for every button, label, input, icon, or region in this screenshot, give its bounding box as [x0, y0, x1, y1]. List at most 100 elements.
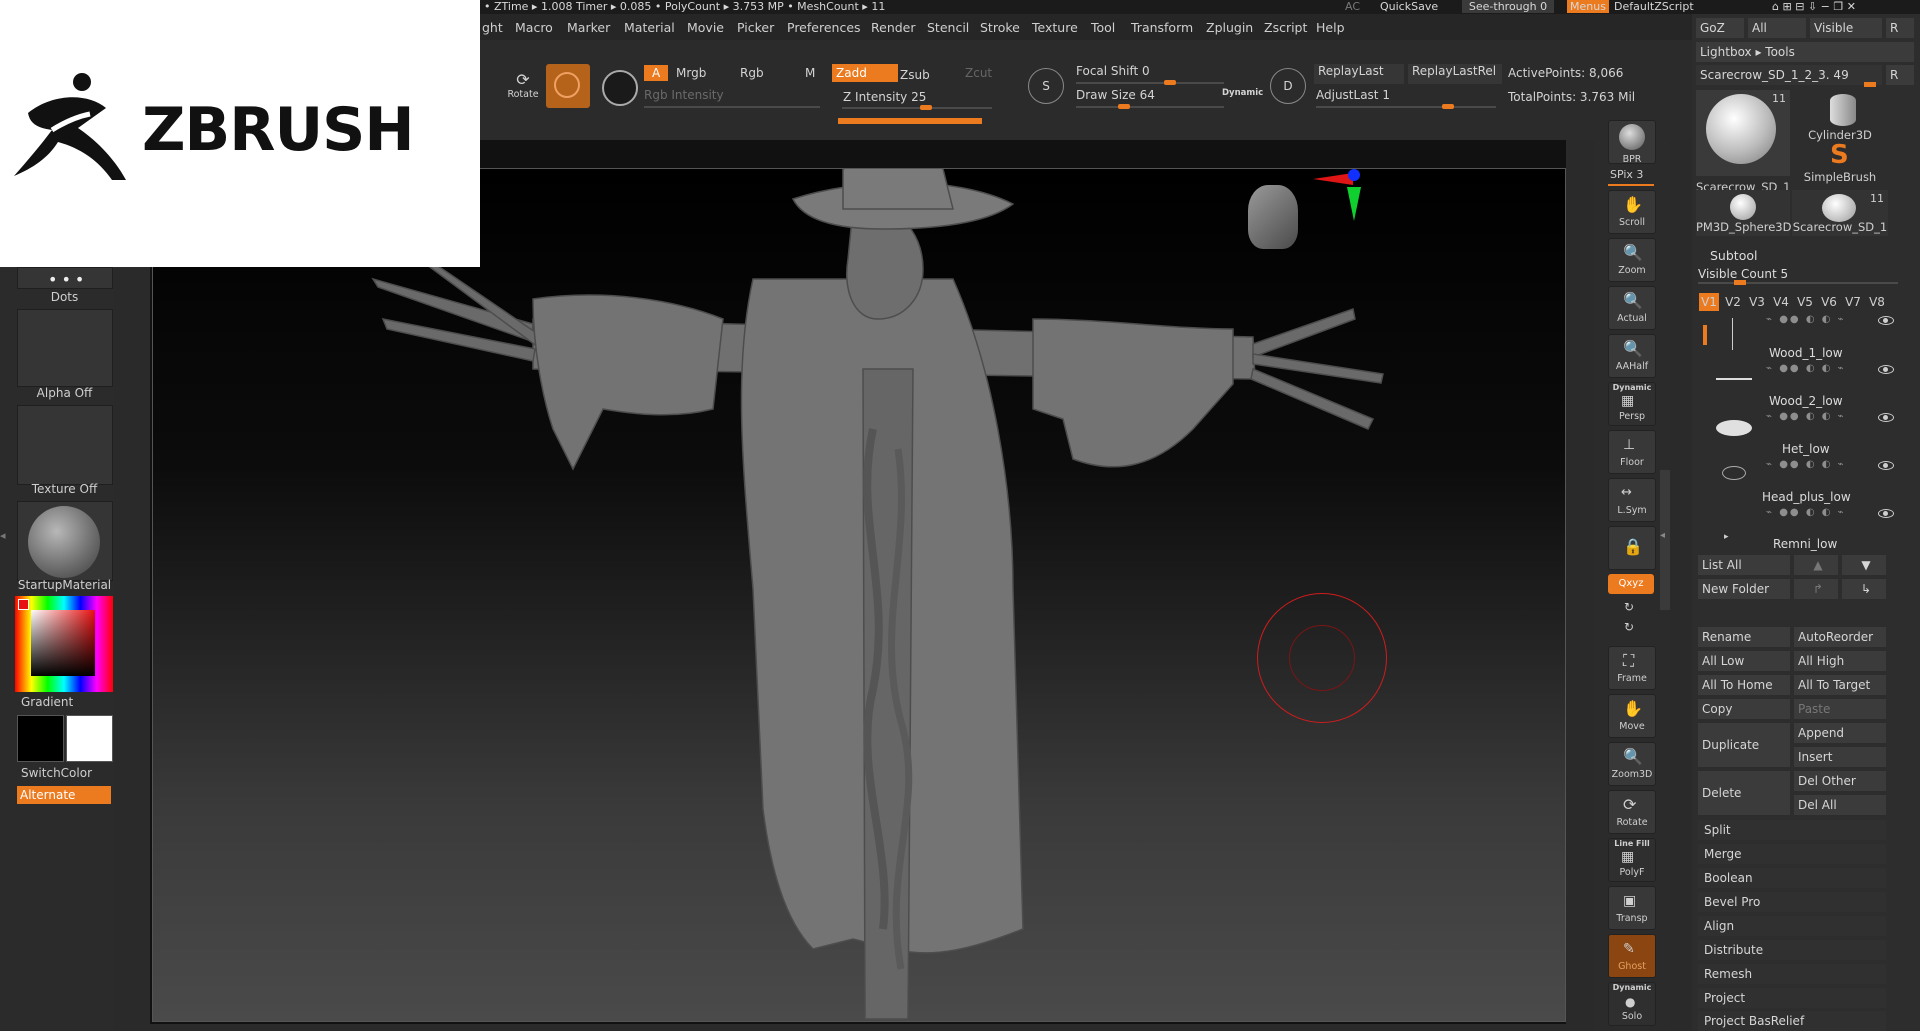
solo-button[interactable]: Dynamic ● Solo — [1608, 982, 1656, 1026]
version-v3[interactable]: V3 — [1747, 293, 1767, 311]
remesh-section[interactable]: Remesh — [1698, 964, 1886, 984]
ghost-button[interactable]: ✎ Ghost — [1608, 934, 1656, 978]
xyz-toggle[interactable]: Qxyz — [1608, 574, 1654, 594]
lightbox-tools-button[interactable]: Lightbox ▸ Tools — [1696, 42, 1914, 62]
merge-section[interactable]: Merge — [1698, 844, 1886, 864]
subtool-toggles[interactable]: ⌁ ●● ◐ ◐ ⌁ — [1766, 314, 1846, 325]
folder-down-icon[interactable]: ↳ — [1842, 579, 1886, 599]
bpr-button[interactable]: BPR — [1608, 120, 1656, 165]
draw-d-button[interactable]: D — [1270, 68, 1306, 104]
tool-thumb-cylinder[interactable]: Cylinder3D — [1792, 90, 1888, 142]
menu-material[interactable]: Material — [624, 20, 675, 35]
eye-icon[interactable] — [1878, 316, 1894, 325]
version-v7[interactable]: V7 — [1843, 293, 1863, 311]
focal-shift-knob[interactable] — [1164, 80, 1176, 85]
project-basrelief-section[interactable]: Project BasRelief — [1698, 1011, 1886, 1031]
distribute-section[interactable]: Distribute — [1698, 940, 1886, 960]
menu-tool[interactable]: Tool — [1091, 20, 1115, 35]
subtool-name-wood1[interactable]: Wood_1_low — [1769, 346, 1843, 360]
mrgb-button[interactable]: Mrgb — [676, 66, 706, 80]
aahalf-button[interactable]: 🔍 AAHalf — [1608, 334, 1656, 378]
visible-count-slider[interactable] — [1698, 282, 1898, 284]
rotate-button[interactable]: ⟳ Rotate — [504, 70, 542, 106]
rotate-view-button[interactable]: ⟳ Rotate — [1608, 790, 1656, 834]
see-through-slider[interactable]: See-through 0 — [1462, 0, 1554, 13]
window-icons[interactable]: ⌂ ⊞ ⊟ ⇩ − ❐ ✕ — [1772, 0, 1856, 13]
del-all-button[interactable]: Del All — [1794, 795, 1886, 815]
rgb-intensity-slider[interactable] — [644, 106, 820, 108]
actual-button[interactable]: 🔍 Actual — [1608, 286, 1656, 330]
all-low-button[interactable]: All Low — [1698, 651, 1790, 671]
zcut-toggle[interactable]: Zcut — [965, 66, 992, 80]
subtool-name-head-plus[interactable]: Head_plus_low — [1762, 490, 1851, 504]
subtool-title[interactable]: Subtool — [1710, 248, 1757, 263]
delete-button[interactable]: Delete — [1698, 771, 1790, 815]
rotate-y-icon[interactable]: ↻ — [1624, 600, 1634, 614]
copy-button[interactable]: Copy — [1698, 699, 1790, 719]
all-to-target-button[interactable]: All To Target — [1794, 675, 1886, 695]
replay-last-rel-button[interactable]: ReplayLastRel — [1408, 64, 1502, 84]
brush-thumbnail[interactable] — [546, 64, 590, 108]
eye-icon[interactable] — [1878, 365, 1894, 374]
del-other-button[interactable]: Del Other — [1794, 771, 1886, 791]
secondary-color-swatch[interactable] — [66, 715, 113, 762]
auto-reorder-button[interactable]: AutoReorder — [1794, 627, 1886, 647]
goz-all-button[interactable]: All — [1748, 18, 1806, 38]
goz-visible-button[interactable]: Visible — [1810, 18, 1882, 38]
replay-last-button[interactable]: ReplayLast — [1314, 64, 1404, 84]
zoom3d-button[interactable]: 🔍 Zoom3D — [1608, 742, 1656, 786]
new-folder-button[interactable]: New Folder — [1698, 579, 1790, 599]
transp-button[interactable]: ▣ Transp — [1608, 886, 1656, 930]
viewport-canvas[interactable] — [152, 160, 1566, 1022]
version-v1[interactable]: V1 — [1699, 293, 1719, 311]
switch-color-button[interactable]: SwitchColor — [21, 766, 92, 780]
menu-transform[interactable]: Transform — [1131, 20, 1193, 35]
project-section[interactable]: Project — [1698, 988, 1886, 1008]
collapse-left-icon[interactable]: ◂ — [0, 529, 10, 553]
draw-size-knob[interactable] — [1118, 104, 1130, 109]
a-toggle[interactable]: A — [644, 65, 669, 81]
focal-shift-slider[interactable] — [1076, 82, 1224, 84]
move-button[interactable]: ✋ Move — [1608, 694, 1656, 738]
menu-macro[interactable]: Macro — [515, 20, 553, 35]
menu-stroke[interactable]: Stroke — [980, 20, 1020, 35]
main-color-swatch[interactable] — [17, 715, 64, 762]
paste-button[interactable]: Paste — [1794, 699, 1886, 719]
eye-icon[interactable] — [1878, 413, 1894, 422]
version-v2[interactable]: V2 — [1723, 293, 1743, 311]
version-v6[interactable]: V6 — [1819, 293, 1839, 311]
default-zscript-button[interactable]: DefaultZScript — [1614, 0, 1694, 13]
menu-render[interactable]: Render — [871, 20, 916, 35]
persp-button[interactable]: Dynamic ▦ Persp — [1608, 382, 1656, 426]
color-square[interactable] — [31, 610, 95, 676]
z-intensity-knob[interactable] — [920, 105, 932, 110]
subtool-toggles[interactable]: ⌁ ●● ◐ ◐ ⌁ — [1766, 507, 1846, 518]
current-tool-slider[interactable]: Scarecrow_SD_1_2_3. 49 — [1696, 65, 1882, 85]
rotate-z-icon[interactable]: ↻ — [1624, 620, 1634, 634]
all-to-home-button[interactable]: All To Home — [1698, 675, 1790, 695]
subtool-toggles[interactable]: ⌁ ●● ◐ ◐ ⌁ — [1766, 363, 1846, 374]
adjust-last-slider[interactable] — [1316, 106, 1496, 108]
subtool-toggles[interactable]: ⌁ ●● ◐ ◐ ⌁ — [1766, 411, 1846, 422]
quicksave-button[interactable]: QuickSave — [1380, 0, 1438, 13]
subtool-name-het[interactable]: Het_low — [1782, 442, 1830, 456]
tool-thumb-scarecrow-2[interactable]: 11 Scarecrow_SD_1 — [1792, 190, 1888, 236]
scroll-button[interactable]: ✋ Scroll — [1608, 190, 1656, 234]
subtool-toggles[interactable]: ⌁ ●● ◐ ◐ ⌁ — [1766, 459, 1846, 470]
menu-movie[interactable]: Movie — [687, 20, 724, 35]
lock-button[interactable]: 🔒 — [1608, 526, 1656, 570]
spix-readout[interactable]: SPix 3 — [1610, 168, 1643, 181]
menu-light[interactable]: ght — [482, 20, 503, 35]
stroke-thumbnail[interactable] — [598, 66, 638, 106]
tool-thumb-simplebrush[interactable]: S SimpleBrush — [1792, 140, 1888, 184]
menu-texture[interactable]: Texture — [1032, 20, 1078, 35]
z-intensity-slider[interactable] — [842, 107, 992, 109]
bevel-pro-section[interactable]: Bevel Pro — [1698, 892, 1886, 912]
visible-count-knob[interactable] — [1734, 280, 1746, 285]
tool-r-button[interactable]: R — [1886, 65, 1914, 85]
rgb-button[interactable]: Rgb — [740, 66, 764, 80]
tool-slider-knob[interactable] — [1864, 82, 1876, 87]
m-button[interactable]: M — [805, 66, 815, 80]
menu-preferences[interactable]: Preferences — [787, 20, 861, 35]
align-section[interactable]: Align — [1698, 916, 1886, 936]
